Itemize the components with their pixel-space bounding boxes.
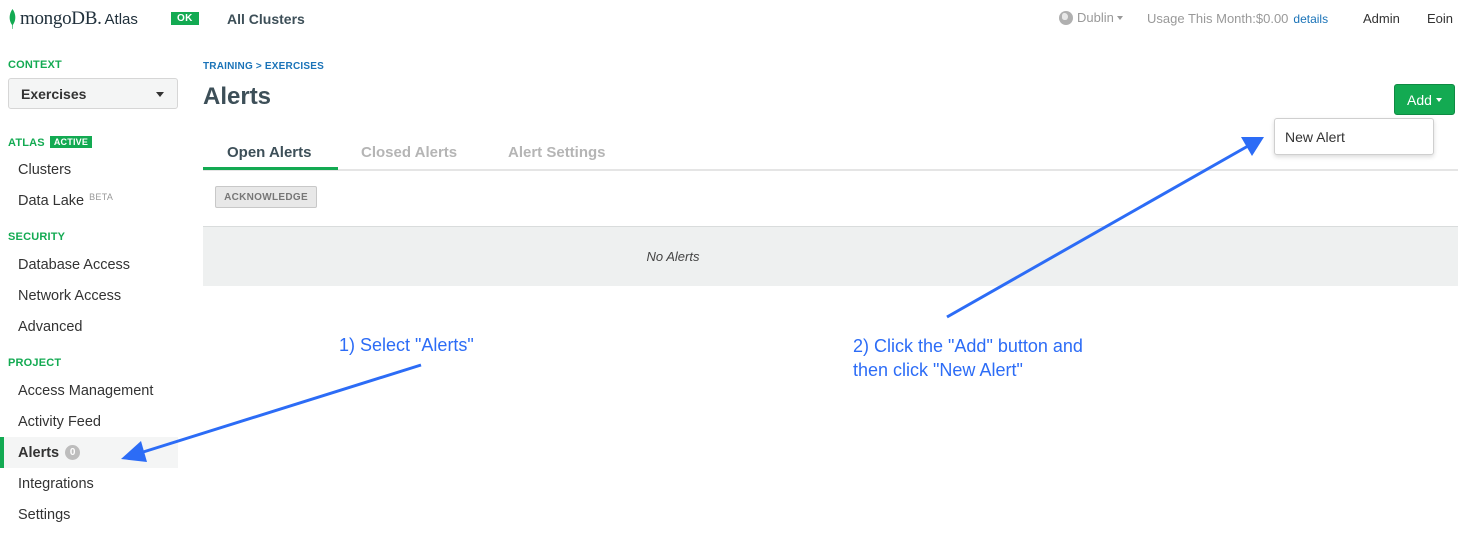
active-tab-indicator <box>203 167 338 170</box>
user-menu[interactable]: Eoin <box>1427 11 1453 26</box>
sidebar-item-database-access[interactable]: Database Access <box>0 249 178 280</box>
page-title: Alerts <box>203 83 272 110</box>
all-clusters-link[interactable]: All Clusters <box>227 11 305 27</box>
sidebar-item-label: Clusters <box>18 161 72 178</box>
sidebar-item-label: Alerts <box>18 444 60 461</box>
annotation-step-2-line-2: then click "New Alert" <box>853 360 1023 380</box>
annotation-step-2-line-1: 2) Click the "Add" button and <box>853 336 1083 356</box>
annotation-step-1: 1) Select "Alerts" <box>339 335 474 355</box>
chevron-down-icon <box>156 92 164 97</box>
atlas-heading: ATLAS ACTIVE <box>8 136 93 149</box>
region-selector[interactable]: Dublin <box>1059 10 1123 25</box>
security-heading: SECURITY <box>8 231 66 243</box>
beta-tag: BETA <box>89 191 114 202</box>
add-button[interactable]: Add <box>1394 84 1455 115</box>
acknowledge-button[interactable]: ACKNOWLEDGE <box>215 186 317 208</box>
logo-wordmark: mongoDB. <box>20 8 102 29</box>
context-select[interactable]: Exercises <box>8 78 178 109</box>
sidebar-item-integrations[interactable]: Integrations <box>0 468 178 499</box>
sidebar-item-label: Integrations <box>18 475 94 492</box>
usage-details-link[interactable]: details <box>1293 12 1328 26</box>
sidebar-item-settings[interactable]: Settings <box>0 499 178 530</box>
sidebar-item-label: Activity Feed <box>18 413 101 430</box>
sidebar-item-label: Network Access <box>18 287 122 304</box>
status-badge: OK <box>171 12 199 25</box>
mongodb-atlas-logo[interactable]: mongoDB. Atlas <box>8 6 138 32</box>
empty-state-message: No Alerts <box>646 249 700 264</box>
alert-count-badge: 0 <box>65 445 81 460</box>
sidebar: CONTEXT Exercises ATLAS ACTIVE Clusters D… <box>0 38 182 536</box>
sidebar-item-label: Advanced <box>18 318 83 335</box>
alerts-tabs: Open Alerts Closed Alerts Alert Settings <box>203 137 1458 171</box>
leaf-icon <box>9 9 16 29</box>
usage-summary: Usage This Month:$0.00 details <box>1147 11 1328 26</box>
sidebar-item-activity-feed[interactable]: Activity Feed <box>0 406 178 437</box>
sidebar-item-label: Data Lake <box>18 192 85 209</box>
sidebar-item-network-access[interactable]: Network Access <box>0 280 178 311</box>
sidebar-item-data-lake[interactable]: Data Lake BETA <box>0 185 178 216</box>
sidebar-item-clusters[interactable]: Clusters <box>0 154 178 185</box>
project-heading: PROJECT <box>8 357 62 369</box>
breadcrumb[interactable]: TRAINING > EXERCISES <box>203 61 324 72</box>
sidebar-item-label: Settings <box>18 506 71 523</box>
chevron-down-icon <box>1116 15 1123 20</box>
logo-product: Atlas <box>104 10 138 28</box>
active-badge: ACTIVE <box>49 136 93 148</box>
admin-menu[interactable]: Admin <box>1363 11 1400 26</box>
context-value: Exercises <box>21 85 87 102</box>
atlas-heading-label: ATLAS <box>8 137 45 149</box>
sidebar-item-advanced[interactable]: Advanced <box>0 311 178 342</box>
annotation-step-2: 2) Click the "Add" button and then click… <box>853 334 1083 382</box>
region-label: Dublin <box>1077 10 1114 25</box>
alerts-list-panel: No Alerts <box>203 226 1458 286</box>
tab-closed-alerts[interactable]: Closed Alerts <box>361 144 457 161</box>
context-heading: CONTEXT <box>8 59 62 71</box>
sidebar-item-label: Access Management <box>18 382 154 399</box>
add-button-label: Add <box>1407 91 1432 108</box>
globe-icon <box>1059 10 1073 25</box>
chevron-down-icon <box>1435 97 1442 102</box>
sidebar-item-access-management[interactable]: Access Management <box>0 375 178 406</box>
sidebar-item-alerts[interactable]: Alerts 0 <box>0 437 178 468</box>
tab-alert-settings[interactable]: Alert Settings <box>508 144 606 161</box>
usage-label: Usage This Month:$0.00 <box>1147 11 1289 26</box>
top-bar: mongoDB. Atlas OK All Clusters Dublin Us… <box>0 0 1458 38</box>
sidebar-item-label: Database Access <box>18 256 131 273</box>
tab-open-alerts[interactable]: Open Alerts <box>227 144 311 161</box>
